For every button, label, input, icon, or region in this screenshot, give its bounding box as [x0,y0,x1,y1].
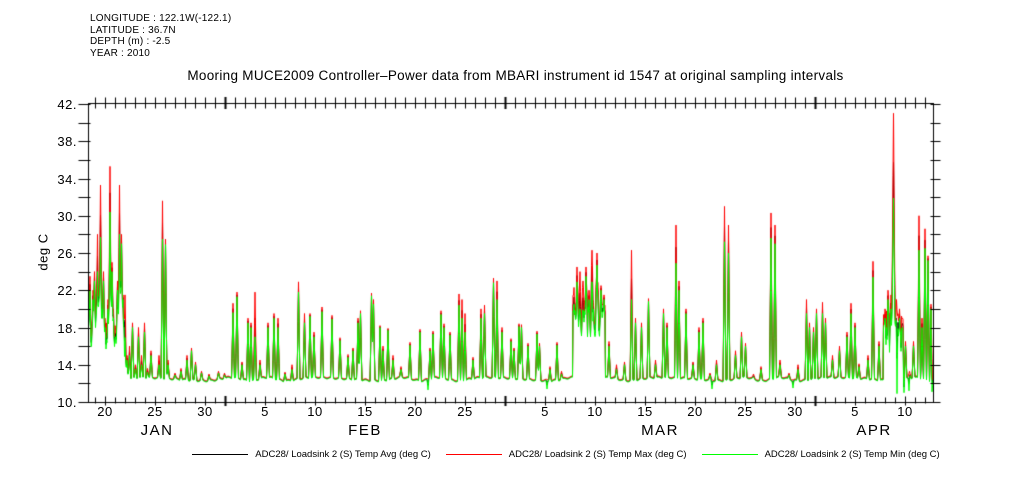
y-tick-label: 14. [37,358,77,373]
plot-metadata-block: LONGITUDE : 122.1W(-122.1) LATITUDE : 36… [90,13,231,59]
y-tick-label: 26. [37,246,77,261]
y-tick-label: 22. [37,283,77,298]
x-day-tick-label: 20 [687,404,702,419]
legend: ADC28/ Loadsink 2 (S) Temp Avg (deg C) A… [0,449,1009,460]
y-tick-label: 42. [37,97,77,112]
meta-latitude: LATITUDE : 36.7N [90,25,231,37]
meta-longitude: LONGITUDE : 122.1W(-122.1) [90,13,231,25]
y-tick-label: 38. [37,134,77,149]
x-day-tick-label: 30 [787,404,802,419]
y-tick-label: 30. [37,209,77,224]
x-day-tick-label: 15 [637,404,652,419]
x-day-tick-label: 5 [851,404,859,419]
x-day-tick-label: 25 [457,404,472,419]
x-day-tick-label: 10 [587,404,602,419]
legend-line-min-swatch [702,454,758,455]
x-day-tick-label: 30 [197,404,212,419]
x-day-tick-label: 25 [147,404,162,419]
legend-entry-temp-min: ADC28/ Loadsink 2 (S) Temp Min (deg C) [702,449,940,460]
chart-title: Mooring MUCE2009 Controller–Power data f… [22,68,1009,83]
legend-entry-temp-avg: ADC28/ Loadsink 2 (S) Temp Avg (deg C) [192,449,431,460]
y-tick-label: 18. [37,321,77,336]
meta-year: YEAR : 2010 [90,48,231,60]
x-day-tick-label: 10 [897,404,912,419]
legend-label-temp-max: ADC28/ Loadsink 2 (S) Temp Max (deg C) [509,449,687,460]
meta-depth: DEPTH (m) : -2.5 [90,36,231,48]
x-day-tick-label: 5 [261,404,269,419]
legend-line-avg-swatch [192,454,248,455]
mbari-timeseries-plot: LONGITUDE : 122.1W(-122.1) LATITUDE : 36… [0,0,1009,504]
month-label-jan: JAN [141,422,174,439]
x-day-tick-label: 20 [97,404,112,419]
legend-entry-temp-max: ADC28/ Loadsink 2 (S) Temp Max (deg C) [446,449,687,460]
legend-line-max-swatch [446,454,502,455]
y-tick-label: 34. [37,172,77,187]
x-day-tick-label: 5 [541,404,549,419]
month-label-apr: APR [856,422,891,439]
legend-label-temp-min: ADC28/ Loadsink 2 (S) Temp Min (deg C) [765,449,940,460]
x-day-tick-label: 25 [737,404,752,419]
month-label-mar: MAR [641,422,679,439]
y-tick-label: 10. [37,395,77,410]
legend-label-temp-avg: ADC28/ Loadsink 2 (S) Temp Avg (deg C) [255,449,431,460]
x-day-tick-label: 15 [357,404,372,419]
x-day-tick-label: 10 [307,404,322,419]
month-label-feb: FEB [348,422,382,439]
x-day-tick-label: 20 [407,404,422,419]
